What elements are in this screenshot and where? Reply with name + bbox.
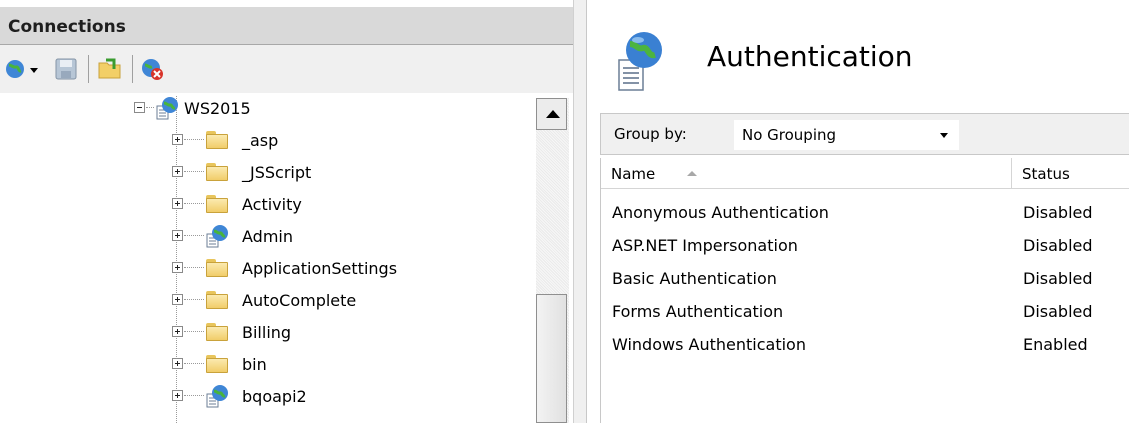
tree-connector bbox=[146, 107, 154, 109]
tree-connector bbox=[184, 139, 204, 141]
table-row[interactable]: Windows Authentication Enabled bbox=[601, 328, 1129, 360]
tree-node-applicationsettings[interactable]: ApplicationSettings bbox=[0, 253, 520, 285]
tree-node-label: AutoComplete bbox=[242, 291, 357, 310]
expand-toggle[interactable] bbox=[172, 390, 183, 401]
connect-dropdown-arrow-icon[interactable] bbox=[28, 57, 40, 81]
toolbar-separator bbox=[88, 55, 89, 83]
globe-app-icon bbox=[156, 97, 178, 120]
table-row[interactable]: ASP.NET Impersonation Disabled bbox=[601, 229, 1129, 261]
toolbar-separator bbox=[132, 55, 133, 83]
expand-toggle[interactable] bbox=[172, 134, 183, 145]
column-header-label: Status bbox=[1022, 165, 1070, 183]
tree-node-label: bqoapi2 bbox=[242, 387, 307, 406]
tree-node-label: _JSScript bbox=[242, 163, 312, 182]
tree-node-activity[interactable]: Activity bbox=[0, 189, 520, 221]
sort-ascending-icon bbox=[687, 171, 697, 176]
globe-app-icon bbox=[206, 225, 228, 248]
group-by-value: No Grouping bbox=[742, 126, 837, 144]
tree-node-bqoapi2[interactable]: bqoapi2 bbox=[0, 381, 520, 413]
group-by-dropdown[interactable]: No Grouping bbox=[734, 120, 959, 150]
tree-node-admin[interactable]: Admin bbox=[0, 221, 520, 253]
tree-connector bbox=[184, 203, 204, 205]
tree-node-label: Admin bbox=[242, 227, 293, 246]
folder-icon bbox=[206, 355, 228, 373]
tree-node-label: _asp bbox=[242, 131, 279, 150]
tree-node-jsscript[interactable]: _JSScript bbox=[0, 157, 520, 189]
connections-pane: Connections WS2015 _asp _JSScript Activi… bbox=[0, 0, 574, 423]
save-icon[interactable] bbox=[54, 57, 78, 81]
row-name: Anonymous Authentication bbox=[612, 203, 829, 222]
row-status: Disabled bbox=[1023, 203, 1093, 222]
row-name: Forms Authentication bbox=[612, 302, 784, 321]
expand-toggle[interactable] bbox=[172, 358, 183, 369]
folder-icon bbox=[206, 195, 228, 213]
tree-connector bbox=[184, 331, 204, 333]
tree-connector bbox=[184, 395, 204, 397]
pane-splitter[interactable] bbox=[573, 0, 587, 423]
row-status: Disabled bbox=[1023, 236, 1093, 255]
tree-connector bbox=[184, 267, 204, 269]
connections-title: Connections bbox=[8, 17, 126, 37]
feature-title: Authentication bbox=[707, 40, 913, 73]
tree-node-label: Billing bbox=[242, 323, 292, 342]
chevron-down-icon[interactable] bbox=[937, 127, 953, 143]
tree-node-bin[interactable]: bin bbox=[0, 349, 520, 381]
expand-toggle[interactable] bbox=[172, 166, 183, 177]
column-header-name[interactable]: Name bbox=[601, 158, 1012, 188]
expand-toggle[interactable] bbox=[172, 230, 183, 241]
table-row[interactable]: Forms Authentication Disabled bbox=[601, 295, 1129, 327]
folder-icon bbox=[206, 131, 228, 149]
expand-toggle[interactable] bbox=[172, 326, 183, 337]
tree-node-root[interactable]: WS2015 bbox=[0, 93, 520, 125]
table-row[interactable]: Basic Authentication Disabled bbox=[601, 262, 1129, 294]
row-status: Enabled bbox=[1023, 335, 1088, 354]
tree-node-autocomplete[interactable]: AutoComplete bbox=[0, 285, 520, 317]
scroll-up-button[interactable] bbox=[536, 98, 567, 130]
open-folder-icon[interactable] bbox=[98, 57, 122, 81]
tree-node-billing[interactable]: Billing bbox=[0, 317, 520, 349]
table-row[interactable]: Anonymous Authentication Disabled bbox=[601, 196, 1129, 228]
tree-node-label: bin bbox=[242, 355, 267, 374]
disconnect-icon[interactable] bbox=[140, 57, 164, 81]
row-name: Windows Authentication bbox=[612, 335, 806, 354]
expand-toggle[interactable] bbox=[172, 294, 183, 305]
feature-pane: Authentication Group by: No Grouping Nam… bbox=[587, 0, 1129, 423]
folder-icon bbox=[206, 163, 228, 181]
group-by-bar: Group by: No Grouping bbox=[600, 113, 1129, 155]
scroll-thumb[interactable] bbox=[536, 294, 567, 423]
globe-app-icon bbox=[206, 385, 228, 408]
expand-toggle[interactable] bbox=[172, 262, 183, 273]
connect-globe-icon[interactable] bbox=[4, 57, 28, 81]
tree-vertical-scrollbar[interactable] bbox=[536, 98, 569, 423]
authentication-icon bbox=[618, 32, 662, 91]
group-by-label: Group by: bbox=[614, 125, 687, 143]
folder-icon bbox=[206, 259, 228, 277]
tree-connector bbox=[184, 235, 204, 237]
expand-toggle[interactable] bbox=[172, 198, 183, 209]
row-name: Basic Authentication bbox=[612, 269, 777, 288]
connections-tree: WS2015 _asp _JSScript Activity Admin App… bbox=[0, 93, 548, 423]
row-status: Disabled bbox=[1023, 269, 1093, 288]
tree-node-label: WS2015 bbox=[184, 99, 251, 118]
authentication-table: Name Status Anonymous Authentication Dis… bbox=[600, 158, 1129, 423]
tree-connector bbox=[184, 299, 204, 301]
row-name: ASP.NET Impersonation bbox=[612, 236, 798, 255]
tree-node-asp[interactable]: _asp bbox=[0, 125, 520, 157]
tree-node-label: ApplicationSettings bbox=[242, 259, 398, 278]
column-header-status[interactable]: Status bbox=[1012, 158, 1129, 188]
connections-toolbar bbox=[0, 45, 573, 93]
folder-icon bbox=[206, 323, 228, 341]
table-header: Name Status bbox=[601, 158, 1129, 189]
collapse-toggle[interactable] bbox=[134, 102, 145, 113]
tree-node-label: Activity bbox=[242, 195, 302, 214]
connections-header: Connections bbox=[0, 7, 573, 45]
folder-icon bbox=[206, 291, 228, 309]
tree-connector bbox=[184, 171, 204, 173]
tree-connector bbox=[184, 363, 204, 365]
column-header-label: Name bbox=[611, 165, 656, 183]
row-status: Disabled bbox=[1023, 302, 1093, 321]
